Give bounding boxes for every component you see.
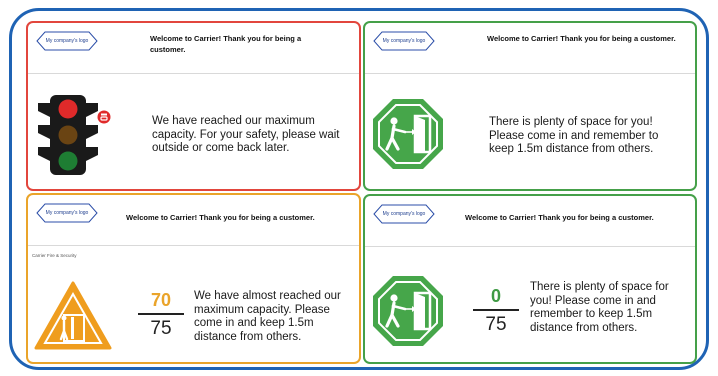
- welcome-text: Welcome to Carrier! Thank you for being …: [150, 34, 302, 54]
- status-message: We have almost reached our maximum capac…: [194, 290, 341, 343]
- status-message: There is plenty of space for you! Please…: [530, 281, 669, 334]
- panel-plenty-space: My company's logo Welcome to Carrier! Th…: [363, 21, 697, 191]
- status-message: There is plenty of space for you! Please…: [489, 116, 659, 155]
- occupancy-capacity: 75: [150, 317, 172, 339]
- panel-header: My company's logo Welcome to Carrier! Th…: [365, 196, 695, 247]
- company-logo-text: My company's logo: [45, 38, 89, 44]
- enter-door-icon: [371, 97, 445, 171]
- company-logo: My company's logo: [370, 204, 438, 224]
- panel-header: My company's logo Welcome to Carrier! Th…: [365, 23, 695, 74]
- company-logo: My company's logo: [370, 31, 438, 51]
- panel-header: My company's logo Welcome to Carrier! Th…: [28, 195, 359, 246]
- occupancy-fraction: 70 75: [138, 290, 184, 339]
- warning-door-icon: [34, 281, 112, 351]
- panel-empty: My company's logo Welcome to Carrier! Th…: [363, 194, 697, 364]
- fraction-bar: [138, 313, 184, 315]
- status-message: We have reached our maximum capacity. Fo…: [152, 115, 340, 154]
- occupancy-count: 0: [490, 286, 501, 306]
- traffic-light-icon: [38, 95, 98, 175]
- no-entry-badge-icon: [97, 110, 111, 124]
- occupancy-fraction: 0 75: [473, 286, 519, 335]
- company-logo-text: My company's logo: [382, 38, 426, 44]
- welcome-text: Welcome to Carrier! Thank you for being …: [465, 213, 654, 222]
- occupancy-capacity: 75: [485, 313, 507, 335]
- company-subtitle: Carrier Fire & Security: [32, 253, 77, 258]
- welcome-text: Welcome to Carrier! Thank you for being …: [126, 213, 315, 222]
- company-logo: My company's logo: [33, 31, 101, 51]
- enter-door-icon: [371, 274, 445, 348]
- welcome-text: Welcome to Carrier! Thank you for being …: [487, 34, 676, 43]
- panel-header: My company's logo Welcome to Carrier! Th…: [28, 23, 359, 74]
- occupancy-count: 70: [150, 290, 172, 310]
- company-logo-text: My company's logo: [45, 210, 89, 216]
- company-logo-text: My company's logo: [382, 211, 426, 217]
- fraction-bar: [473, 309, 519, 311]
- panel-full-capacity: My company's logo Welcome to Carrier! Th…: [26, 21, 361, 191]
- panel-almost-full: My company's logo Welcome to Carrier! Th…: [26, 193, 361, 364]
- company-logo: My company's logo: [33, 203, 101, 223]
